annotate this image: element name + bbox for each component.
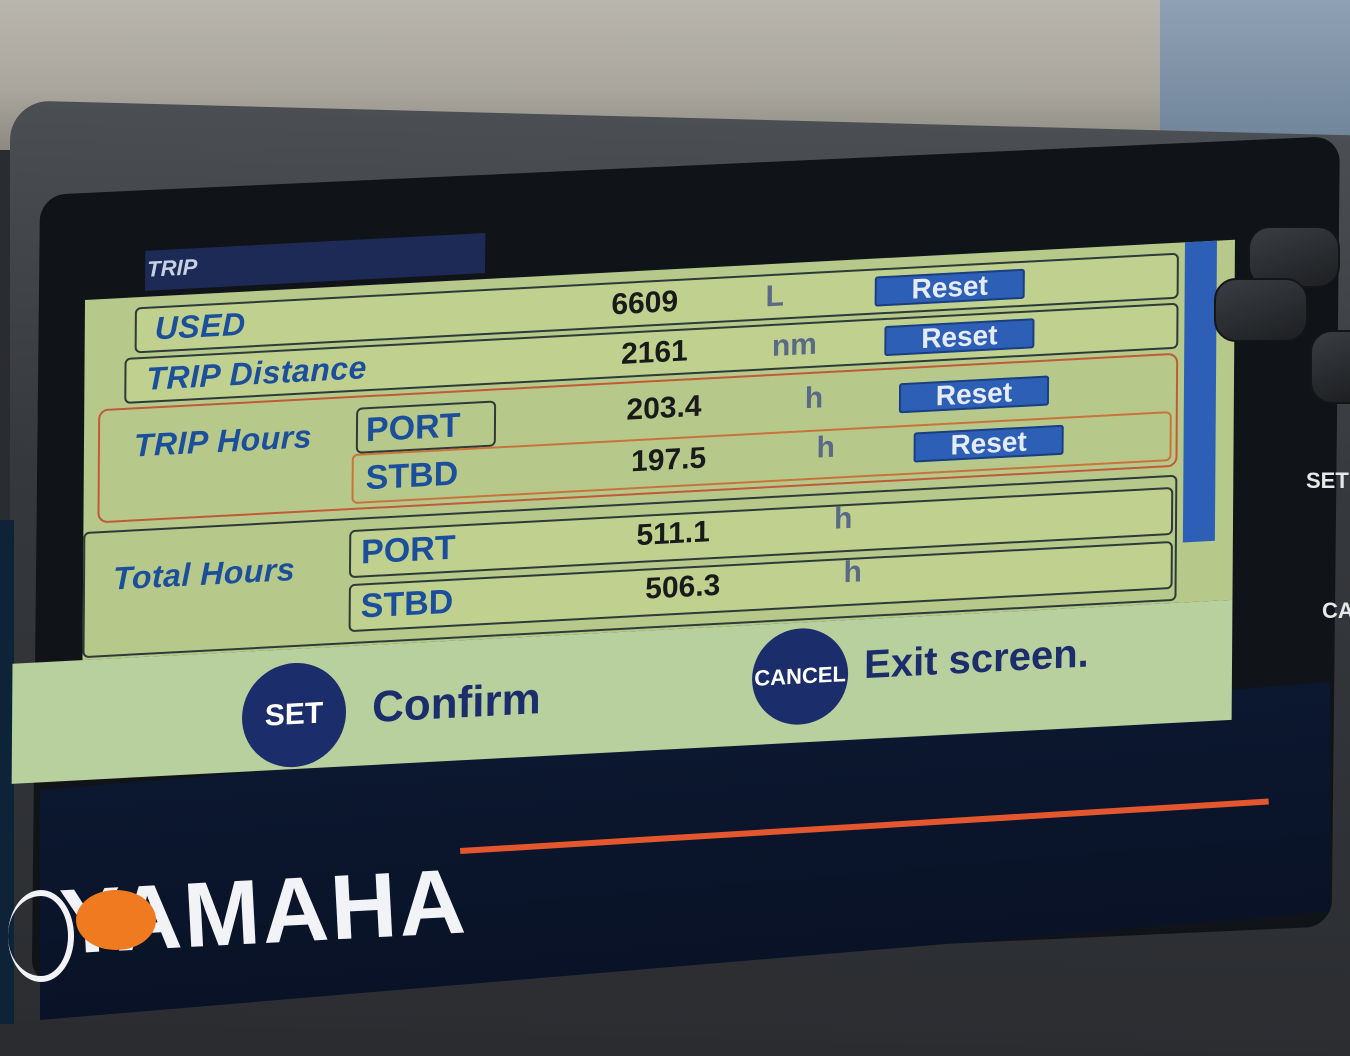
used-unit: L bbox=[765, 279, 785, 314]
hardware-cancel-label: CA bbox=[1322, 598, 1350, 623]
scrollbar[interactable] bbox=[1182, 240, 1217, 543]
total-hours-stbd-label: STBD bbox=[360, 582, 454, 626]
trip-hours-stbd-label: STBD bbox=[365, 454, 459, 498]
right-arrow-key[interactable] bbox=[1310, 330, 1350, 404]
hardware-set-label: SET bbox=[1306, 468, 1349, 493]
total-hours-stbd-unit: h bbox=[843, 555, 863, 590]
left-arrow-key[interactable] bbox=[1214, 278, 1308, 342]
section-title: TRIP bbox=[147, 254, 198, 282]
cancel-caption: Exit screen. bbox=[863, 631, 1089, 688]
cancel-button[interactable]: CANCEL bbox=[751, 625, 849, 728]
set-button[interactable]: SET bbox=[241, 660, 347, 770]
set-caption: Confirm bbox=[371, 674, 541, 732]
total-hours-port-label: PORT bbox=[360, 528, 456, 572]
background-window bbox=[1160, 0, 1350, 150]
watermark-icon bbox=[76, 890, 156, 950]
trip-panel: USED 6609 L Reset TRIP Distance 2161 nm … bbox=[82, 239, 1235, 661]
trip-hours-stbd-unit: h bbox=[816, 430, 835, 465]
trip-hours-port-unit: h bbox=[804, 381, 824, 416]
trip-distance-unit: nm bbox=[771, 327, 818, 363]
trip-display: TRIP USED 6609 L Reset TRIP Distance 216… bbox=[11, 233, 1235, 784]
trip-hours-port-label[interactable]: PORT bbox=[355, 400, 497, 454]
used-label: USED bbox=[154, 305, 246, 347]
total-hours-port-unit: h bbox=[833, 501, 853, 536]
